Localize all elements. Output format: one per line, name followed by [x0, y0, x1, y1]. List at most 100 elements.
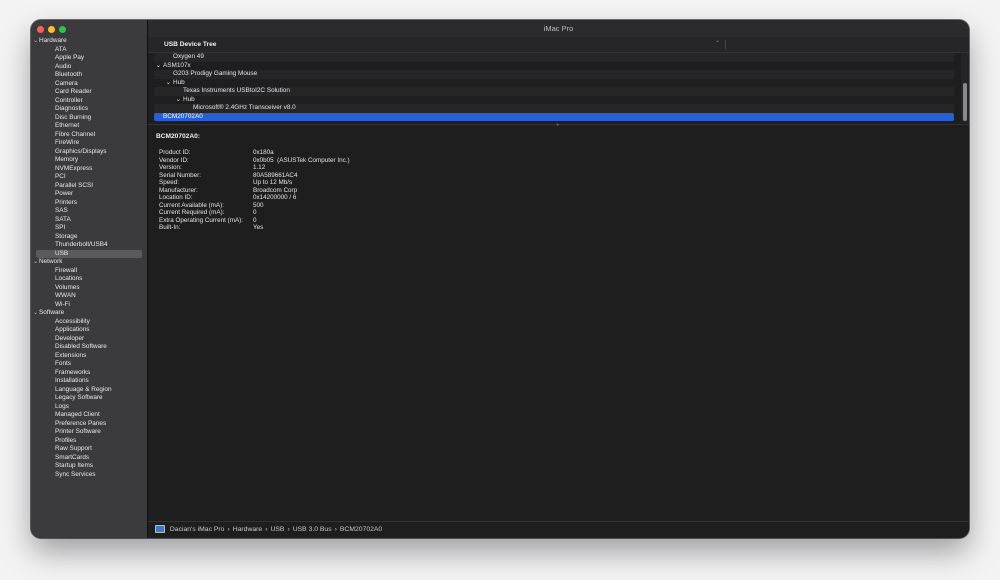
sidebar-item-sas[interactable]: SAS — [31, 207, 147, 216]
sidebar-item-disabled-software[interactable]: Disabled Software — [31, 343, 147, 352]
sidebar-item-spi[interactable]: SPI — [31, 224, 147, 233]
sidebar-item-bluetooth[interactable]: Bluetooth — [31, 71, 147, 80]
chevron-down-icon[interactable]: ⌄ — [33, 258, 38, 267]
sidebar-item-label: Profiles — [55, 436, 77, 444]
sidebar-item-locations[interactable]: Locations — [31, 275, 147, 284]
sidebar-item-thunderbolt-usb4[interactable]: Thunderbolt/USB4 — [31, 241, 147, 250]
property-value: Broadcom Corp — [253, 186, 298, 194]
disclosure-chevron-down-icon[interactable]: ⌄ — [154, 96, 183, 105]
zoom-button[interactable] — [59, 26, 66, 33]
sidebar-item-legacy-software[interactable]: Legacy Software — [31, 394, 147, 403]
path-segment[interactable]: BCM20702A0 — [340, 526, 382, 533]
usb-tree-row[interactable]: G203 Prodigy Gaming Mouse — [154, 70, 954, 79]
usb-tree-row-label: G203 Prodigy Gaming Mouse — [173, 70, 258, 77]
sidebar-item-memory[interactable]: Memory — [31, 156, 147, 165]
sidebar-item-sync-services[interactable]: Sync Services — [31, 471, 147, 480]
sidebar-item-accessibility[interactable]: Accessibility — [31, 318, 147, 327]
usb-tree-row[interactable]: ⌄ ASM107x — [154, 62, 954, 71]
sidebar-item-applications[interactable]: Applications — [31, 326, 147, 335]
sidebar-item-graphics-displays[interactable]: Graphics/Displays — [31, 148, 147, 157]
sidebar-item-controller[interactable]: Controller — [31, 97, 147, 106]
disclosure-chevron-down-icon[interactable]: ⌄ — [154, 79, 173, 88]
sidebar-category-hardware[interactable]: ⌄ Hardware — [31, 37, 147, 46]
path-segment[interactable]: Dacian's iMac Pro — [170, 526, 225, 533]
path-segment[interactable]: USB — [270, 526, 284, 533]
split-grip-icon[interactable]: ● — [556, 122, 559, 128]
path-segment[interactable]: USB 3.0 Bus — [293, 526, 332, 533]
usb-tree-row[interactable]: ⌄ Hub — [154, 79, 954, 88]
sidebar-item-firewall[interactable]: Firewall — [31, 267, 147, 276]
property-value: 0 — [253, 216, 257, 224]
sidebar-item-audio[interactable]: Audio — [31, 63, 147, 72]
usb-tree-row[interactable]: Oxygen 49 — [154, 53, 954, 62]
sidebar-item-power[interactable]: Power — [31, 190, 147, 199]
sidebar-item-language-region[interactable]: Language & Region — [31, 386, 147, 395]
minimize-button[interactable] — [48, 26, 55, 33]
sidebar-item-parallel-scsi[interactable]: Parallel SCSI — [31, 182, 147, 191]
sidebar-item-volumes[interactable]: Volumes — [31, 284, 147, 293]
sidebar-item-label: Card Reader — [55, 88, 92, 95]
sidebar-item-printers[interactable]: Printers — [31, 199, 147, 208]
property-value: Yes — [253, 224, 264, 231]
sidebar-item-firewire[interactable]: FireWire — [31, 139, 147, 148]
close-button[interactable] — [37, 26, 44, 33]
usb-tree-scrollbar[interactable] — [961, 53, 969, 123]
window-title: iMac Pro — [148, 20, 969, 37]
chevron-down-icon[interactable]: ⌄ — [33, 37, 38, 46]
sidebar-category-network[interactable]: ⌄ Network — [31, 258, 147, 267]
usb-tree-header[interactable]: USB Device Tree ⌃ — [148, 37, 969, 53]
sidebar-item-label: Startup Items — [55, 462, 94, 469]
property-row: Version: 1.12 — [159, 164, 350, 172]
usb-tree-row[interactable]: Texas Instruments USBtoI2C Solution — [154, 87, 954, 96]
sidebar-tree: ⌄ Hardware ATA Apple Pay Audio Bluetooth Camer… — [31, 37, 147, 479]
sidebar-item-wi-fi[interactable]: Wi-Fi — [31, 301, 147, 310]
sidebar-item-storage[interactable]: Storage — [31, 233, 147, 242]
usb-tree-row[interactable]: ⌄ Hub — [154, 96, 954, 105]
scrollbar-thumb[interactable] — [963, 83, 967, 121]
sidebar-item-pci[interactable]: PCI — [31, 173, 147, 182]
sidebar-item-apple-pay[interactable]: Apple Pay — [31, 54, 147, 63]
sidebar-item-card-reader[interactable]: Card Reader — [31, 88, 147, 97]
sidebar-item-managed-client[interactable]: Managed Client — [31, 411, 147, 420]
property-row: Extra Operating Current (mA): 0 — [159, 217, 350, 225]
sidebar-item-printer-software[interactable]: Printer Software — [31, 428, 147, 437]
sidebar-item-label: Locations — [55, 275, 83, 282]
sidebar-item-raw-support[interactable]: Raw Support — [31, 445, 147, 454]
usb-tree-row-label: ASM107x — [163, 61, 191, 69]
sort-chevron-up-icon[interactable]: ⌃ — [715, 37, 720, 52]
sidebar-item-label: Diagnostics — [55, 105, 89, 112]
sidebar-item-nvmexpress[interactable]: NVMExpress — [31, 165, 147, 174]
sidebar-item-label: Printers — [55, 198, 78, 206]
sidebar-item-developer[interactable]: Developer — [31, 335, 147, 344]
sidebar-item-sata[interactable]: SATA — [31, 216, 147, 225]
usb-tree-row[interactable]: Microsoft® 2.4GHz Transceiver v8.0 — [154, 104, 954, 113]
sidebar-item-smartcards[interactable]: SmartCards — [31, 454, 147, 463]
sidebar-item-fonts[interactable]: Fonts — [31, 360, 147, 369]
column-divider[interactable] — [725, 40, 726, 49]
disclosure-chevron-down-icon[interactable]: ⌄ — [154, 62, 163, 71]
property-row: Current Required (mA): 0 — [159, 209, 350, 217]
path-segment[interactable]: Hardware — [233, 526, 262, 533]
sidebar-item-usb[interactable]: USB — [36, 249, 142, 258]
sidebar-item-disc-burning[interactable]: Disc Burning — [31, 114, 147, 123]
sidebar-item-label: SmartCards — [55, 453, 90, 461]
sidebar-item-wwan[interactable]: WWAN — [31, 292, 147, 301]
sidebar-item-ata[interactable]: ATA — [31, 46, 147, 55]
chevron-down-icon[interactable]: ⌄ — [33, 309, 38, 318]
sidebar-item-logs[interactable]: Logs — [31, 403, 147, 412]
sidebar-category-software[interactable]: ⌄ Software — [31, 309, 147, 318]
sidebar-item-extensions[interactable]: Extensions — [31, 352, 147, 361]
sidebar-item-label: Sync Services — [55, 470, 96, 478]
sidebar-item-ethernet[interactable]: Ethernet — [31, 122, 147, 131]
sidebar-item-frameworks[interactable]: Frameworks — [31, 369, 147, 378]
sidebar-item-label: SAS — [55, 207, 68, 214]
sidebar-item-camera[interactable]: Camera — [31, 80, 147, 89]
sidebar-item-installations[interactable]: Installations — [31, 377, 147, 386]
detail-properties: Product ID: 0x180a Vendor ID: 0x0b05 (ASUST… — [159, 149, 350, 232]
sidebar-item-startup-items[interactable]: Startup Items — [31, 462, 147, 471]
sidebar-item-preference-panes[interactable]: Preference Panes — [31, 420, 147, 429]
sidebar-item-fibre-channel[interactable]: Fibre Channel — [31, 131, 147, 140]
sidebar-item-diagnostics[interactable]: Diagnostics — [31, 105, 147, 114]
usb-tree-row[interactable]: BCM20702A0 — [154, 112, 954, 121]
sidebar-item-profiles[interactable]: Profiles — [31, 437, 147, 446]
